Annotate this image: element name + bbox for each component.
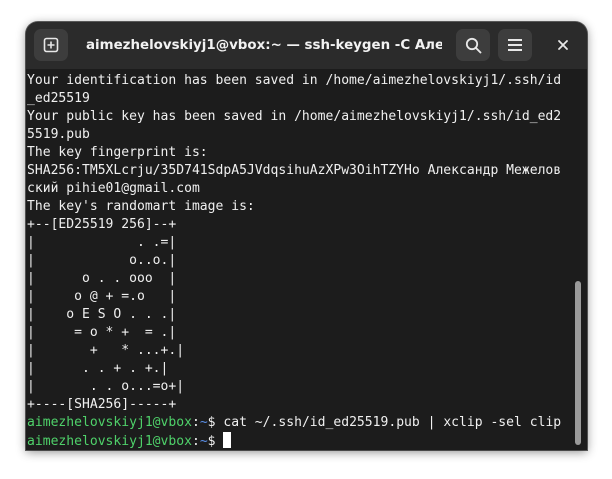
- randomart-line: | o @ + =.o |: [27, 289, 177, 304]
- new-tab-button[interactable]: [34, 29, 68, 61]
- scrollbar-thumb[interactable]: [575, 281, 581, 445]
- prompt-symbol: $: [207, 415, 224, 430]
- text-cursor: [223, 432, 232, 448]
- terminal-window: aimezhelovskiyj1@vbox:~ — ssh-keygen -C …: [26, 22, 587, 450]
- terminal-line: Your public key has been saved in /home/…: [27, 109, 562, 124]
- randomart-line: | = o * + = .|: [27, 325, 177, 340]
- randomart-line: | o . . ooo |: [27, 271, 177, 286]
- randomart-line: | + * ...+.|: [27, 343, 185, 358]
- terminal-line: The key fingerprint is:: [27, 145, 208, 160]
- search-icon: [465, 37, 481, 53]
- terminal-line: SHA256:TM5XLcrju/35D741SdpA5JVdqsihuAzXP…: [27, 163, 562, 178]
- randomart-line: | o..o.|: [27, 253, 177, 268]
- prompt-path: ~: [199, 434, 208, 449]
- prompt-command: cat ~/.ssh/id_ed25519.pub | xclip -sel c…: [223, 415, 562, 430]
- randomart-line: +----[SHA256]-----+: [27, 397, 177, 412]
- prompt-line: aimezhelovskiyj1@vbox:~$ cat ~/.ssh/id_e…: [27, 414, 561, 432]
- menu-button[interactable]: [498, 29, 532, 61]
- prompt-path: ~: [199, 415, 208, 430]
- randomart-line: | . . o...=o+|: [27, 379, 185, 394]
- prompt-separator: :: [191, 434, 200, 449]
- randomart-line: +--[ED25519 256]--+: [27, 217, 177, 232]
- terminal-line: Your identification has been saved in /h…: [27, 73, 562, 88]
- new-tab-icon: [43, 37, 59, 53]
- prompt-user: aimezhelovskiyj1@vbox: [27, 434, 192, 449]
- randomart-line: | . .=|: [27, 235, 177, 250]
- hamburger-menu-icon: [508, 39, 522, 51]
- prompt-user: aimezhelovskiyj1@vbox: [27, 415, 192, 430]
- close-icon: [558, 40, 568, 50]
- randomart-line: | o E S O . . .|: [27, 307, 177, 322]
- terminal-line: The key's randomart image is:: [27, 199, 255, 214]
- terminal-line: ский pihie01@gmail.com: [27, 181, 200, 196]
- prompt-symbol: $: [207, 434, 224, 449]
- close-button[interactable]: [546, 29, 580, 61]
- prompt-separator: :: [191, 415, 200, 430]
- prompt-line-active[interactable]: aimezhelovskiyj1@vbox:~$: [27, 432, 232, 450]
- title-bar: aimezhelovskiyj1@vbox:~ — ssh-keygen -C …: [26, 22, 587, 69]
- search-button[interactable]: [456, 29, 490, 61]
- randomart-line: | . . + . +.|: [27, 361, 169, 376]
- terminal-output[interactable]: Your identification has been saved in /h…: [26, 69, 587, 450]
- terminal-line: 5519.pub: [27, 127, 90, 142]
- terminal-line: _ed25519: [27, 91, 90, 106]
- window-title: aimezhelovskiyj1@vbox:~ — ssh-keygen -C …: [86, 38, 442, 53]
